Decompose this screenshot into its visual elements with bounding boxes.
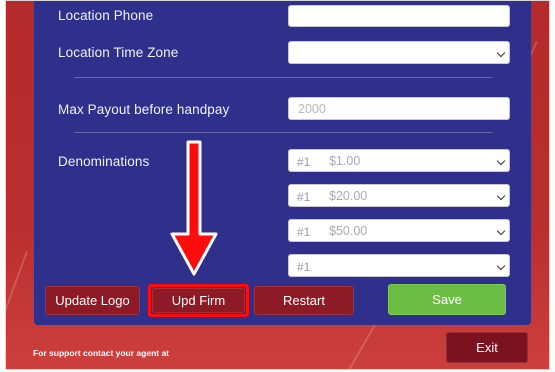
- denomination-select-2[interactable]: #1 $20.00: [288, 184, 510, 207]
- background-streak: [6, 251, 28, 369]
- upd-firm-highlight-box: [148, 284, 249, 317]
- section-divider: [74, 77, 492, 78]
- max-payout-label: Max Payout before handpay: [58, 102, 230, 117]
- app-window: Location Phone Location Time Zone Max Pa…: [5, 0, 550, 370]
- exit-button[interactable]: Exit: [446, 332, 528, 363]
- location-phone-input[interactable]: [288, 5, 510, 27]
- chevron-down-icon: [496, 226, 506, 236]
- denomination-index: #1: [297, 260, 311, 274]
- location-time-zone-select[interactable]: [288, 41, 510, 64]
- denomination-amount: $20.00: [329, 189, 368, 203]
- location-time-zone-label: Location Time Zone: [58, 45, 179, 60]
- max-payout-placeholder: 2000: [298, 102, 326, 116]
- chevron-down-icon: [496, 261, 506, 271]
- section-divider: [74, 132, 492, 133]
- denomination-select-3[interactable]: #1 $50.00: [288, 219, 510, 242]
- background-streak: [346, 321, 378, 369]
- chevron-down-icon: [496, 48, 506, 58]
- denomination-amount: $1.00: [329, 154, 361, 168]
- denominations-label: Denominations: [58, 154, 150, 169]
- denomination-select-1[interactable]: #1 $1.00: [288, 149, 510, 172]
- update-logo-button[interactable]: Update Logo: [45, 286, 140, 315]
- support-contact-text: For support contact your agent at: [33, 348, 170, 358]
- save-button[interactable]: Save: [388, 284, 506, 315]
- denomination-amount: $50.00: [329, 224, 368, 238]
- restart-button[interactable]: Restart: [254, 286, 354, 315]
- location-phone-label: Location Phone: [58, 8, 154, 23]
- red-arrow-down-icon: [170, 140, 218, 276]
- denomination-select-4[interactable]: #1: [288, 254, 510, 277]
- chevron-down-icon: [496, 156, 506, 166]
- settings-panel: Location Phone Location Time Zone Max Pa…: [34, 1, 531, 325]
- denomination-index: #1: [297, 225, 311, 239]
- chevron-down-icon: [496, 191, 506, 201]
- denomination-index: #1: [297, 155, 311, 169]
- denomination-index: #1: [297, 190, 311, 204]
- max-payout-input[interactable]: 2000: [288, 97, 510, 120]
